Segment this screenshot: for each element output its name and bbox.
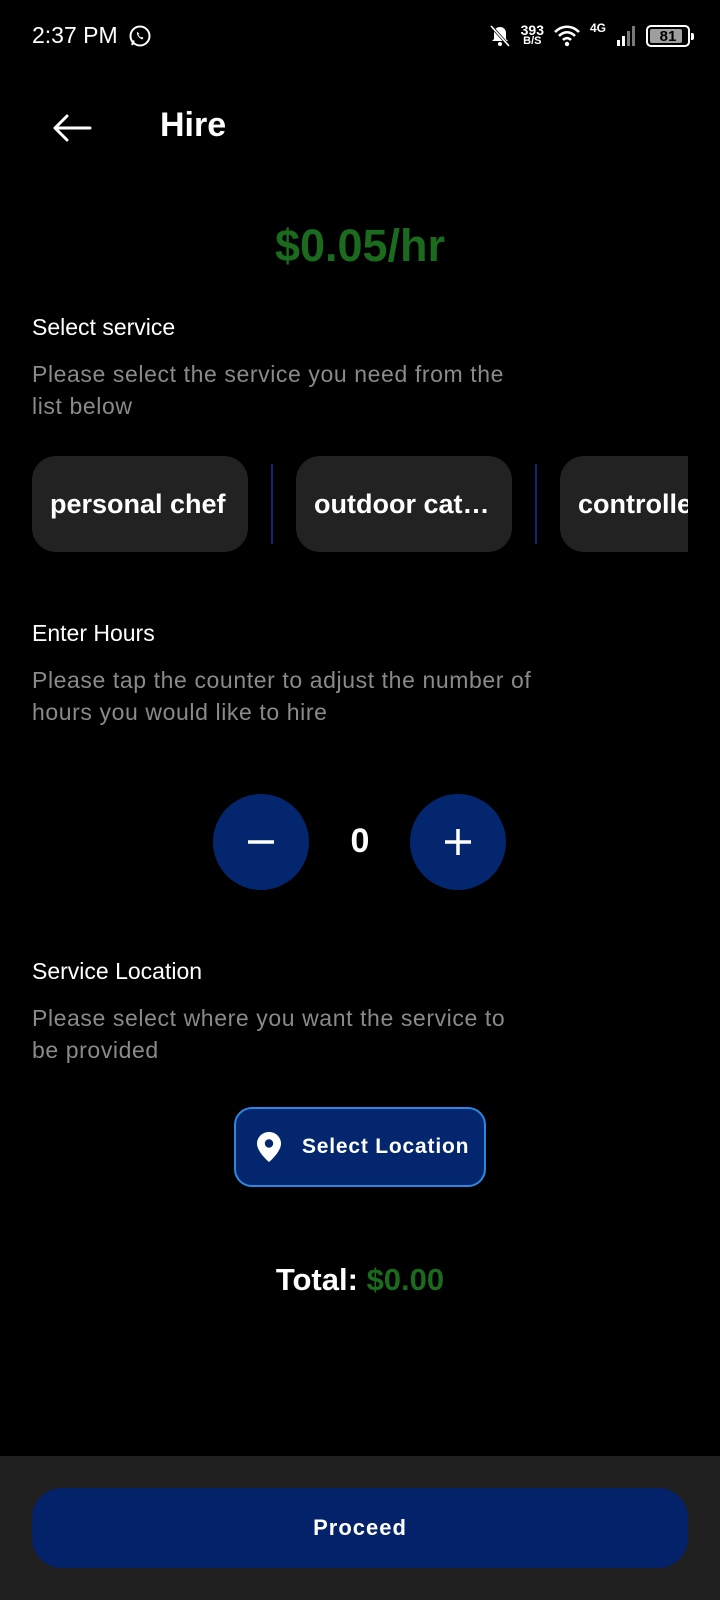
status-icons: 393 B/S 4G 81 — [489, 20, 694, 52]
hours-section-title: Enter Hours — [32, 620, 155, 646]
service-chip-label: personal chef — [50, 488, 226, 519]
location-section-description: Please select where you want the service… — [32, 1005, 506, 1063]
total-label: Total: — [275, 1262, 358, 1297]
service-chip-list[interactable]: personal chef outdoor catering controlle… — [32, 456, 688, 552]
whatsapp-icon — [129, 25, 151, 47]
service-chip[interactable]: controlled — [560, 456, 688, 552]
select-location-button[interactable]: Select Location — [234, 1107, 486, 1187]
chip-divider — [271, 464, 273, 544]
proceed-button[interactable]: Proceed — [32, 1488, 688, 1568]
mute-bell-icon — [489, 24, 510, 48]
select-location-label: Select Location — [302, 1135, 470, 1158]
back-button[interactable] — [44, 104, 100, 152]
wifi-icon — [554, 25, 580, 47]
service-chip-label: controlled — [578, 488, 688, 519]
network-type: 4G — [589, 21, 606, 35]
arrow-left-icon — [53, 114, 92, 142]
service-chip-label: outdoor catering — [314, 488, 494, 519]
decrement-button[interactable] — [213, 794, 309, 890]
total-amount: $0.00 — [366, 1262, 445, 1297]
minus-icon — [248, 840, 274, 844]
total-summary: Total: $0.00 — [0, 1262, 720, 1298]
map-pin-icon — [257, 1132, 281, 1162]
page-title: Hire — [160, 106, 227, 144]
signal-icon — [617, 26, 635, 46]
bottom-bar: Proceed — [0, 1456, 720, 1600]
service-section-description: Please select the service you need from … — [32, 361, 504, 419]
hours-count: 0 — [350, 822, 370, 860]
service-section-title: Select service — [32, 314, 176, 340]
increment-button[interactable] — [410, 794, 506, 890]
status-bar: 2:37 PM 393 B/S 4G 81 — [0, 0, 720, 72]
service-chip[interactable]: outdoor catering — [296, 456, 512, 552]
plus-icon — [445, 829, 471, 855]
location-section-title: Service Location — [32, 958, 203, 984]
hourly-rate: $0.05/hr — [274, 220, 446, 271]
net-speed: 393 B/S — [520, 22, 544, 47]
service-chip[interactable]: personal chef — [32, 456, 248, 552]
status-time: 2:37 PM — [32, 22, 118, 48]
chip-divider — [535, 464, 537, 544]
hours-section-description: Please tap the counter to adjust the num… — [32, 667, 532, 725]
battery-icon: 81 — [646, 25, 694, 47]
